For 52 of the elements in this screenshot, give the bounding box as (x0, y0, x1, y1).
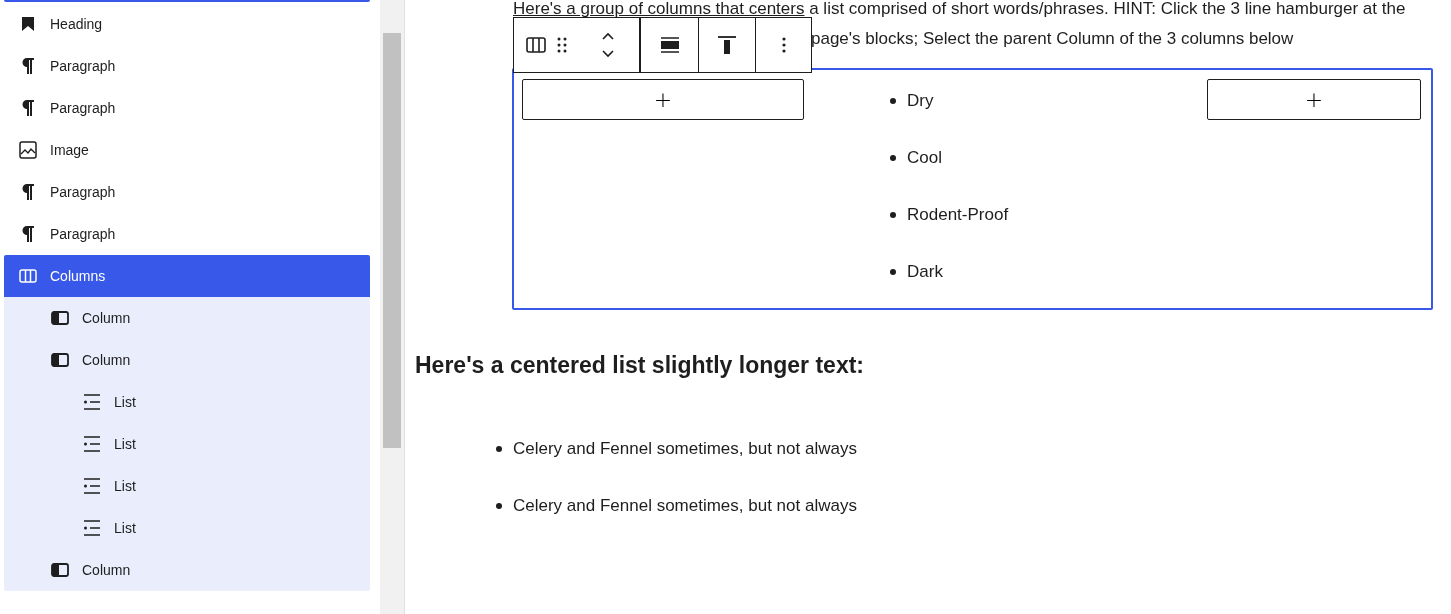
drag-handle-icon (557, 37, 567, 53)
columns-icon (19, 269, 37, 283)
add-block-button[interactable]: + (1207, 79, 1421, 120)
list-item: Rodent-Proof (907, 205, 1009, 225)
list-view-item[interactable]: Columns (4, 255, 370, 297)
column-icon (51, 563, 69, 577)
scrollbar-thumb[interactable] (383, 33, 401, 448)
columns-icon (526, 37, 546, 53)
list-view-item[interactable]: Paragraph (4, 45, 370, 87)
columns-block[interactable]: + Dry Cool Rodent-Proof Dark + (512, 68, 1433, 310)
more-options-icon (781, 37, 786, 53)
list-icon (83, 520, 101, 536)
move-up-down-icon (600, 31, 615, 59)
column-icon (51, 311, 69, 325)
bullet-icon (890, 269, 896, 275)
list-item: Cool (907, 148, 942, 168)
bookmark-icon (22, 17, 34, 31)
list-item: Dry (907, 91, 934, 111)
list-view-item[interactable]: Paragraph (4, 87, 370, 129)
image-icon (19, 141, 37, 159)
bullet-icon (496, 502, 502, 509)
bullet-icon (890, 212, 896, 218)
list-view-item[interactable]: Column (4, 549, 370, 591)
pilcrow-icon (22, 100, 34, 116)
bullet-icon (496, 445, 502, 452)
align-top-icon (718, 36, 736, 54)
list-view-item[interactable]: Paragraph (4, 213, 370, 255)
list-view-item[interactable]: List (4, 465, 370, 507)
list-view-item[interactable]: Column (4, 297, 370, 339)
add-block-button[interactable]: + (522, 79, 804, 120)
link[interactable]: Here's a group of columns that centers (513, 0, 805, 18)
list-item: Celery and Fennel sometimes, but not always (513, 495, 857, 516)
list-item: Celery and Fennel sometimes, but not always (513, 438, 857, 459)
pilcrow-icon (22, 184, 34, 200)
list-icon (83, 478, 101, 494)
list-icon (83, 436, 101, 452)
list-view-item[interactable]: Image (4, 129, 370, 171)
list-view-item[interactable]: Heading (4, 3, 370, 45)
list-view-item[interactable]: Column (4, 339, 370, 381)
pilcrow-icon (22, 58, 34, 74)
bullet-icon (890, 155, 896, 161)
bullet-icon (890, 98, 896, 104)
list-view-item[interactable]: List (4, 381, 370, 423)
align-full-width-icon (660, 37, 679, 53)
list-view-item[interactable]: List (4, 423, 370, 465)
list-icon (83, 394, 101, 410)
column-icon (51, 353, 69, 367)
list-view-item[interactable]: Paragraph (4, 171, 370, 213)
heading: Here's a centered list slightly longer text: (415, 351, 865, 380)
list-view-item[interactable]: List (4, 507, 370, 549)
pilcrow-icon (22, 226, 34, 242)
list-item: Dark (907, 262, 943, 282)
